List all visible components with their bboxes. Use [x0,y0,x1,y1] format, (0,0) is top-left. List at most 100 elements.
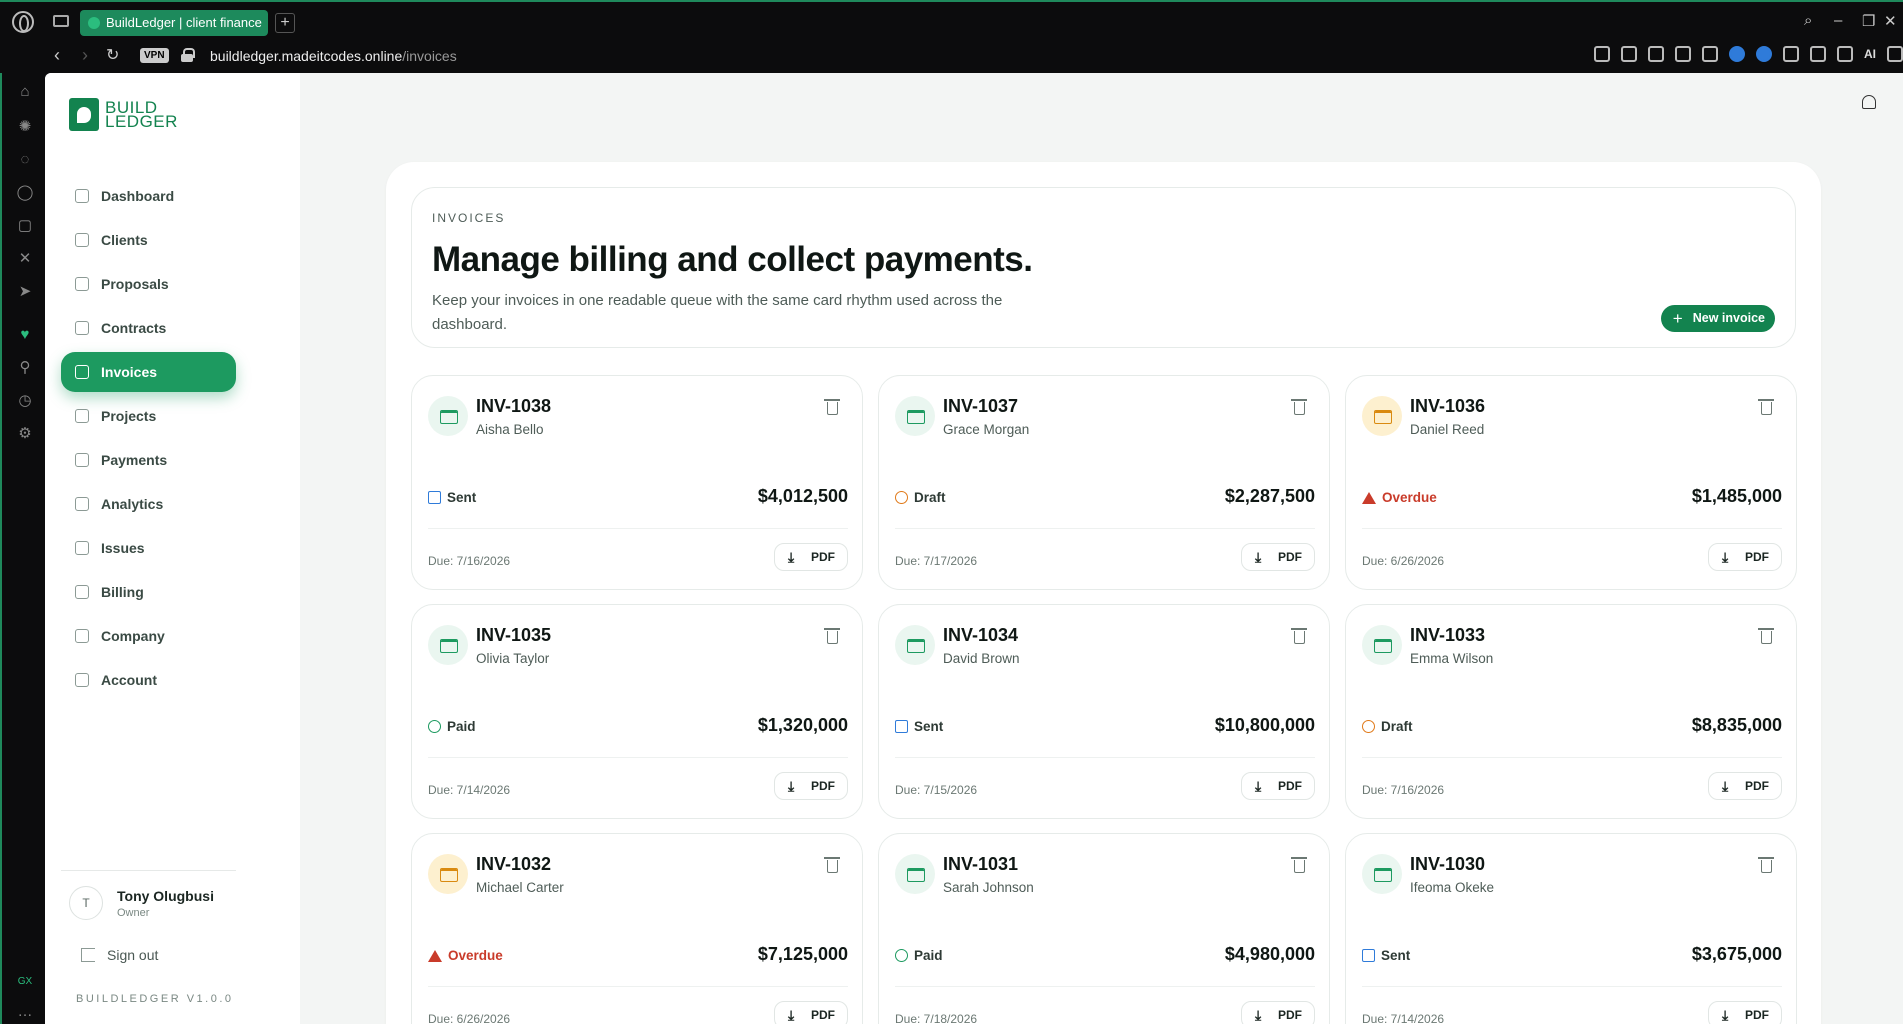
pdf-download-button[interactable]: PDF [1241,1001,1315,1024]
pinboard-icon[interactable]: ⚲ [16,359,34,377]
sidebar-item-billing[interactable]: Billing [61,572,236,612]
trash-icon[interactable] [1758,857,1774,873]
ai-button[interactable]: AI [1864,46,1876,62]
invoice-card[interactable]: INV-1035 Olivia Taylor Paid $1,320,000 Due: … [411,604,863,819]
pdf-download-button[interactable]: PDF [1241,772,1315,800]
invoice-card[interactable]: INV-1036 Daniel Reed Overdue $1,485,000 Due:… [1345,375,1797,590]
building-icon [75,629,89,643]
trash-icon[interactable] [824,857,840,873]
tab-islands-icon[interactable] [53,15,69,27]
new-invoice-button[interactable]: New invoice [1660,305,1775,332]
menu-icon[interactable] [1887,46,1903,62]
heart-icon[interactable] [1702,46,1718,62]
sidebar-item-proposals[interactable]: Proposals [61,264,236,304]
pdf-download-button[interactable]: PDF [1708,772,1782,800]
invoice-card[interactable]: INV-1038 Aisha Bello Sent $4,012,500 Due: 7/… [411,375,863,590]
trash-icon[interactable] [1291,399,1307,415]
sidebar-item-analytics[interactable]: Analytics [61,484,236,524]
invoice-card[interactable]: INV-1032 Michael Carter Overdue $7,125,000 D… [411,833,863,1024]
restore-icon[interactable]: ❐ [1862,12,1875,30]
status-label: Paid [447,719,476,734]
more-icon[interactable]: … [16,1003,34,1021]
sign-out-button[interactable]: Sign out [81,947,158,963]
sidebar-item-invoices[interactable]: Invoices [61,352,236,392]
play-icon[interactable] [1675,46,1691,62]
invoice-card[interactable]: INV-1031 Sarah Johnson Paid $4,980,000 Due: … [878,833,1330,1024]
user-profile[interactable]: T Tony Olugbusi Owner [69,886,214,920]
x-twitter-icon[interactable]: ✕ [16,250,34,268]
sidebar-item-label: Company [101,628,165,644]
logo-line-2: LEDGER [105,111,178,131]
trash-icon[interactable] [1758,628,1774,644]
pin-icon[interactable] [1594,46,1610,62]
status-badge: Overdue [428,948,503,963]
pdf-download-button[interactable]: PDF [1241,543,1315,571]
profile-icon[interactable] [1810,46,1826,62]
back-icon[interactable]: ‹ [54,45,60,66]
sidebar-item-issues[interactable]: Issues [61,528,236,568]
vpn-badge[interactable]: VPN [140,48,169,63]
sidebar-item-clients[interactable]: Clients [61,220,236,260]
trash-icon[interactable] [824,399,840,415]
bar-chart-icon [75,497,89,511]
invoice-card[interactable]: INV-1037 Grace Morgan Draft $2,287,500 Due: … [878,375,1330,590]
pdf-download-button[interactable]: PDF [774,1001,848,1024]
credit-card-icon [428,854,468,894]
new-tab-button[interactable]: + [275,13,295,33]
shield-icon[interactable] [1648,46,1664,62]
telegram-icon[interactable]: ➤ [16,283,34,301]
bell-icon[interactable] [1862,95,1876,109]
buildledger-logo[interactable]: BUILD LEDGER [69,98,178,131]
lock-icon[interactable] [181,48,195,62]
invoice-amount: $4,980,000 [1224,944,1315,964]
trash-icon[interactable] [1758,399,1774,415]
pdf-download-button[interactable]: PDF [774,543,848,571]
download-extension-icon[interactable] [1756,46,1772,62]
extension-blue-icon[interactable] [1729,46,1745,62]
pdf-download-button[interactable]: PDF [1708,543,1782,571]
invoice-amount: $8,835,000 [1691,715,1782,735]
card-divider [1362,528,1782,529]
card-divider [428,986,848,987]
sidebar-item-company[interactable]: Company [61,616,236,656]
search-icon[interactable]: ⌕ [1804,12,1812,29]
pdf-download-button[interactable]: PDF [1708,1001,1782,1024]
minimize-icon[interactable]: – [1834,12,1842,29]
warning-icon [428,949,442,962]
trash-icon[interactable] [1291,857,1307,873]
snapshot-icon[interactable] [1621,46,1637,62]
chatgpt-icon[interactable]: ✺ [16,118,34,136]
whatsapp-icon[interactable]: ◯ [16,184,34,202]
sidebar-item-label: Dashboard [101,188,175,204]
credit-card-icon [428,625,468,665]
pdf-download-button[interactable]: PDF [774,772,848,800]
settings-icon[interactable]: ⚙ [16,425,34,443]
trash-icon[interactable] [1291,628,1307,644]
invoice-card[interactable]: INV-1034 David Brown Sent $10,800,000 Due: 7… [878,604,1330,819]
sidebar-item-account[interactable]: Account [61,660,236,700]
opera-logo-icon[interactable] [12,11,34,33]
sidebar-item-contracts[interactable]: Contracts [61,308,236,348]
gx-icon[interactable]: GX [16,973,34,991]
invoice-client: Aisha Bello [476,422,544,437]
opera-sidebar: ⌂ ✺ ◌ ◯ ▢ ✕ ➤ ♥ ⚲ ◷ ⚙ GX … [0,73,45,1024]
sidebar-item-dashboard[interactable]: Dashboard [61,176,236,216]
browser-tab[interactable]: BuildLedger | client finance [80,10,268,36]
puzzle-icon[interactable] [1783,46,1799,62]
forward-icon[interactable]: › [82,45,88,66]
reload-icon[interactable]: ↻ [106,45,119,65]
history-icon[interactable]: ◷ [16,392,34,410]
trash-icon[interactable] [824,628,840,644]
sidebar-item-payments[interactable]: Payments [61,440,236,480]
app-version: BUILDLEDGER V1.0.0 [76,993,234,1005]
sidebar-item-projects[interactable]: Projects [61,396,236,436]
instagram-icon[interactable]: ▢ [16,217,34,235]
messenger-icon[interactable]: ◌ [16,151,34,169]
aria-icon[interactable]: ⌂ [16,83,34,101]
invoice-card[interactable]: INV-1033 Emma Wilson Draft $8,835,000 Due: 7… [1345,604,1797,819]
url-field[interactable]: buildledger.madeitcodes.online/invoices [210,48,457,64]
invoice-card[interactable]: INV-1030 Ifeoma Okeke Sent $3,675,000 Due: 7… [1345,833,1797,1024]
close-icon[interactable]: ✕ [1884,12,1897,30]
heart-sidebar-icon[interactable]: ♥ [16,326,34,344]
downloads-icon[interactable] [1837,46,1853,62]
